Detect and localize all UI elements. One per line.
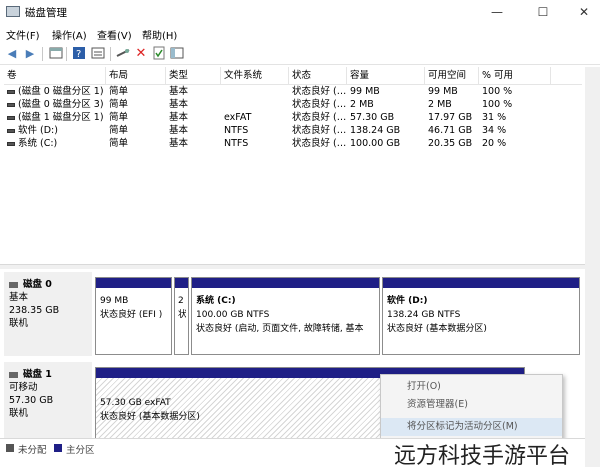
table-row[interactable]: 软件 (D:) 简单 基本 NTFS 状态良好 (… 138.24 GB 46.… — [4, 124, 582, 137]
watermark: 远方科技手游平台 — [394, 444, 571, 469]
window-title: 磁盘管理 — [25, 7, 67, 19]
table-row[interactable]: 系统 (C:) 简单 基本 NTFS 状态良好 (… 100.00 GB 20.… — [4, 137, 582, 150]
table-row[interactable]: (磁盘 0 磁盘分区 3) 简单 基本 状态良好 (… 2 MB 2 MB 10… — [4, 98, 582, 111]
context-menu: 打开(O) 资源管理器(E) 将分区标记为活动分区(M) — [380, 374, 563, 444]
delete-icon[interactable]: ✕ — [133, 46, 149, 62]
legend-unallocated: 未分配 — [18, 445, 47, 456]
menu-view[interactable]: 查看(V) — [97, 27, 132, 42]
toolbar: ◀ ▶ ? ✕ — [0, 43, 600, 65]
col-volume[interactable]: 卷 — [4, 67, 106, 85]
check-icon[interactable] — [151, 46, 167, 62]
col-layout[interactable]: 布局 — [106, 67, 166, 85]
close-button[interactable]: ✕ — [570, 3, 598, 21]
list-header: 卷 布局 类型 文件系统 状态 容量 可用空间 % 可用 — [4, 67, 582, 85]
partition-software-d[interactable]: 软件 (D:) 138.24 GB NTFS 状态良好 (基本数据分区) — [382, 277, 580, 355]
volume-icon — [7, 141, 15, 146]
menu-item-mark-active[interactable]: 将分区标记为活动分区(M) — [381, 418, 562, 436]
forward-arrow-icon[interactable]: ▶ — [22, 46, 38, 62]
menu-item-explorer[interactable]: 资源管理器(E) — [381, 396, 562, 414]
menu-item-open[interactable]: 打开(O) — [381, 378, 562, 396]
table-row[interactable]: (磁盘 1 磁盘分区 1) 简单 基本 exFAT 状态良好 (… 57.30 … — [4, 111, 582, 124]
menu-file[interactable]: 文件(F) — [6, 27, 40, 42]
pane-splitter[interactable] — [0, 264, 585, 269]
menu-action[interactable]: 操作(A) — [52, 27, 87, 42]
legend-primary: 主分区 — [66, 445, 95, 456]
back-arrow-icon[interactable]: ◀ — [4, 46, 20, 62]
volume-icon — [7, 102, 15, 107]
title-bar: 磁盘管理 — ☐ ✕ — [0, 0, 600, 24]
svg-text:?: ? — [76, 49, 81, 60]
disk-management-icon — [6, 6, 20, 17]
help-icon[interactable]: ? — [71, 46, 87, 62]
partition-efi[interactable]: 99 MB 状态良好 (EFI ) — [95, 277, 172, 355]
properties-icon[interactable] — [90, 46, 106, 62]
disk-0-row: 磁盘 0 基本 238.35 GB 联机 99 MB 状态良好 (EFI ) 2状… — [4, 272, 582, 358]
minimize-button[interactable]: — — [483, 3, 511, 21]
volume-icon — [7, 128, 15, 133]
col-capacity[interactable]: 容量 — [347, 67, 425, 85]
menu-help[interactable]: 帮助(H) — [142, 27, 177, 42]
col-status[interactable]: 状态 — [289, 67, 347, 85]
vertical-scrollbar[interactable] — [585, 67, 600, 467]
volume-icon — [7, 115, 15, 120]
disk-1-label[interactable]: 磁盘 1 可移动 57.30 GB 联机 — [4, 362, 92, 438]
disk-icon — [9, 371, 18, 378]
new-window-icon[interactable] — [169, 46, 185, 62]
col-percent-free[interactable]: % 可用 — [479, 67, 551, 85]
volume-icon — [7, 89, 15, 94]
connect-icon[interactable] — [115, 46, 131, 62]
table-row[interactable]: (磁盘 0 磁盘分区 1) 简单 基本 状态良好 (… 99 MB 99 MB … — [4, 85, 582, 98]
menu-bar: 文件(F) 操作(A) 查看(V) 帮助(H) — [0, 24, 600, 43]
col-type[interactable]: 类型 — [166, 67, 221, 85]
legend-swatch-primary — [54, 444, 62, 452]
partition-msr[interactable]: 2状 — [174, 277, 189, 355]
console-tree-icon[interactable] — [48, 46, 64, 62]
volume-list: 卷 布局 类型 文件系统 状态 容量 可用空间 % 可用 (磁盘 0 磁盘分区 … — [4, 67, 582, 264]
legend-swatch-unallocated — [6, 444, 14, 452]
disk-0-label[interactable]: 磁盘 0 基本 238.35 GB 联机 — [4, 272, 92, 356]
disk-icon — [9, 281, 18, 288]
col-filesystem[interactable]: 文件系统 — [221, 67, 289, 85]
partition-system-c[interactable]: 系统 (C:) 100.00 GB NTFS 状态良好 (启动, 页面文件, 故障转… — [191, 277, 380, 355]
maximize-button[interactable]: ☐ — [529, 3, 557, 21]
col-free-space[interactable]: 可用空间 — [425, 67, 479, 85]
